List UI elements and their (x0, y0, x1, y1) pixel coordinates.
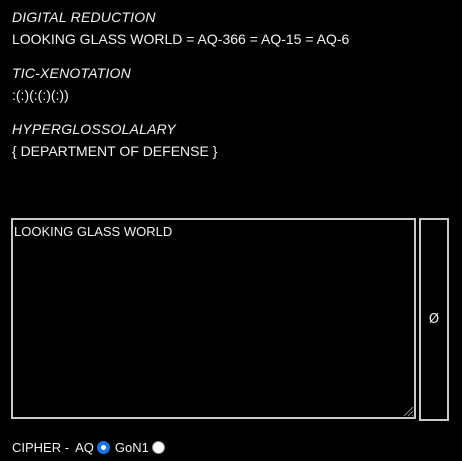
cipher-selector: CIPHER - AQ GoN1 (12, 439, 170, 455)
resize-grip-icon[interactable] (402, 405, 414, 417)
cipher-gon1-radio[interactable] (151, 440, 165, 454)
cipher-aq-radio[interactable] (96, 440, 110, 454)
cipher-label: CIPHER - (12, 439, 70, 455)
phrase-input[interactable]: LOOKING GLASS WORLD (11, 218, 416, 419)
tic-xenotation-heading: TIC-XENOTATION (12, 65, 131, 81)
tic-xenotation-value: :(:)(:(:)(:)) (12, 87, 69, 103)
clear-button-label: Ø (428, 312, 440, 327)
hyperglossolalary-value: { DEPARTMENT OF DEFENSE } (12, 143, 218, 159)
cipher-option-aq-label: AQ (75, 439, 94, 455)
cipher-option-gon1[interactable]: GoN1 (115, 440, 165, 455)
cipher-option-aq[interactable]: AQ (75, 440, 110, 455)
digital-reduction-value: LOOKING GLASS WORLD = AQ-366 = AQ-15 = A… (12, 31, 350, 47)
digital-reduction-heading: DIGITAL REDUCTION (12, 9, 156, 25)
hyperglossolalary-heading: HYPERGLOSSOLALARY (12, 121, 176, 137)
clear-button[interactable]: Ø (419, 218, 449, 421)
cipher-option-gon1-label: GoN1 (114, 439, 149, 455)
